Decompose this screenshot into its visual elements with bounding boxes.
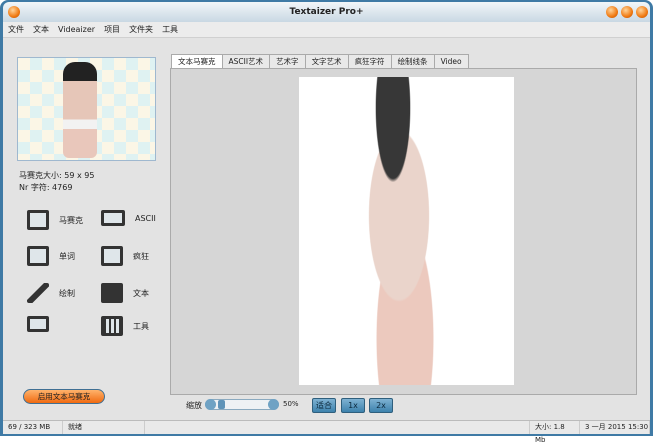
file-size: 大小: 1.8 Mb [530,421,580,444]
keyboard-icon [101,210,125,226]
tab-video[interactable]: Video [433,54,469,68]
tab-text-art[interactable]: 文字艺术 [304,54,349,68]
tab-crazy-chars[interactable]: 疯狂字符 [347,54,392,68]
mosaic-size: 马赛克大小: 59 x 95 [19,171,95,180]
mosaic-image [339,77,459,385]
zoom-value: 50% [283,400,299,408]
status-bar: 69 / 323 MB 就绪 大小: 1.8 Mb 3 一月 2015 15:3… [3,420,650,444]
tool-label: 绘制 [59,288,75,298]
pen-icon [101,283,123,303]
minimize-icon[interactable] [606,6,618,18]
preview-panel [170,68,637,395]
slider-left-arrow-icon[interactable] [205,399,216,410]
menu-file[interactable]: 文件 [8,24,24,35]
tab-word-art[interactable]: 艺术字 [269,54,306,68]
title-bar: Textaizer Pro+ [3,2,650,22]
tool-words[interactable]: 单词 [27,246,75,266]
char-count: Nr 字符: 4769 [19,183,73,192]
app-window: Textaizer Pro+ 文件 文本 Videaizer 项目 文件夹 工具… [0,0,653,444]
tool-video[interactable] [27,316,59,332]
tool-mosaic[interactable]: 马赛克 [27,210,83,230]
mode-tabs: 文本马赛克 ASCII艺术 艺术字 文字艺术 疯狂字符 绘制线条 Video [171,54,469,69]
fit-button[interactable]: 适合 [312,398,336,413]
mosaic-preview[interactable] [299,77,514,385]
zoom-slider[interactable] [205,399,279,410]
menu-bar: 文件 文本 Videaizer 项目 文件夹 工具 [3,22,650,38]
menu-text[interactable]: 文本 [33,24,49,35]
menu-videaizer[interactable]: Videaizer [58,25,95,34]
memory-usage: 69 / 323 MB [3,421,63,434]
menu-project[interactable]: 项目 [104,24,120,35]
menu-tools[interactable]: 工具 [162,24,178,35]
tool-utilities[interactable]: 工具 [101,316,149,336]
tool-text[interactable]: 文本 [101,283,149,303]
start-mosaic-button[interactable]: 启用文本马赛克 [23,389,105,404]
status-spacer [145,421,530,434]
tool-ascii[interactable]: ASCII [101,210,156,226]
tool-label: 疯狂 [133,251,149,261]
window-title: Textaizer Pro+ [289,7,364,17]
zoom-2x-button[interactable]: 2x [369,398,393,413]
slider-right-arrow-icon[interactable] [268,399,279,410]
thumbnail-figure [63,62,97,158]
zoom-label: 缩放 [186,401,202,410]
tab-text-mosaic[interactable]: 文本马赛克 [171,54,223,69]
tool-label: 工具 [133,321,149,331]
maximize-icon[interactable] [621,6,633,18]
tool-label: 文本 [133,288,149,298]
tab-draw-lines[interactable]: 绘制线条 [390,54,435,68]
feather-icon [27,283,49,303]
book-icon [27,246,49,266]
tab-ascii-art[interactable]: ASCII艺术 [221,54,271,68]
tool-draw[interactable]: 绘制 [27,283,75,303]
menu-folder[interactable]: 文件夹 [129,24,153,35]
slider-thumb[interactable] [218,400,225,409]
close-icon[interactable] [636,6,648,18]
tool-crazy[interactable]: 疯狂 [101,246,149,266]
source-thumbnail[interactable] [17,57,156,161]
zoom-1x-button[interactable]: 1x [341,398,365,413]
sliders-icon [101,316,123,336]
tool-label: ASCII [135,213,156,223]
mosaic-icon [27,210,49,230]
tool-label: 马赛克 [59,215,83,225]
tool-label: 单词 [59,251,75,261]
waveform-icon [101,246,123,266]
clapper-icon [27,316,49,332]
date-time: 3 一月 2015 15:30 [580,421,650,434]
status-text: 就绪 [63,421,145,434]
app-menu-orb-icon[interactable] [8,6,20,18]
client-area: 文件 文本 Videaizer 项目 文件夹 工具 马赛克大小: 59 x 95… [3,22,650,444]
